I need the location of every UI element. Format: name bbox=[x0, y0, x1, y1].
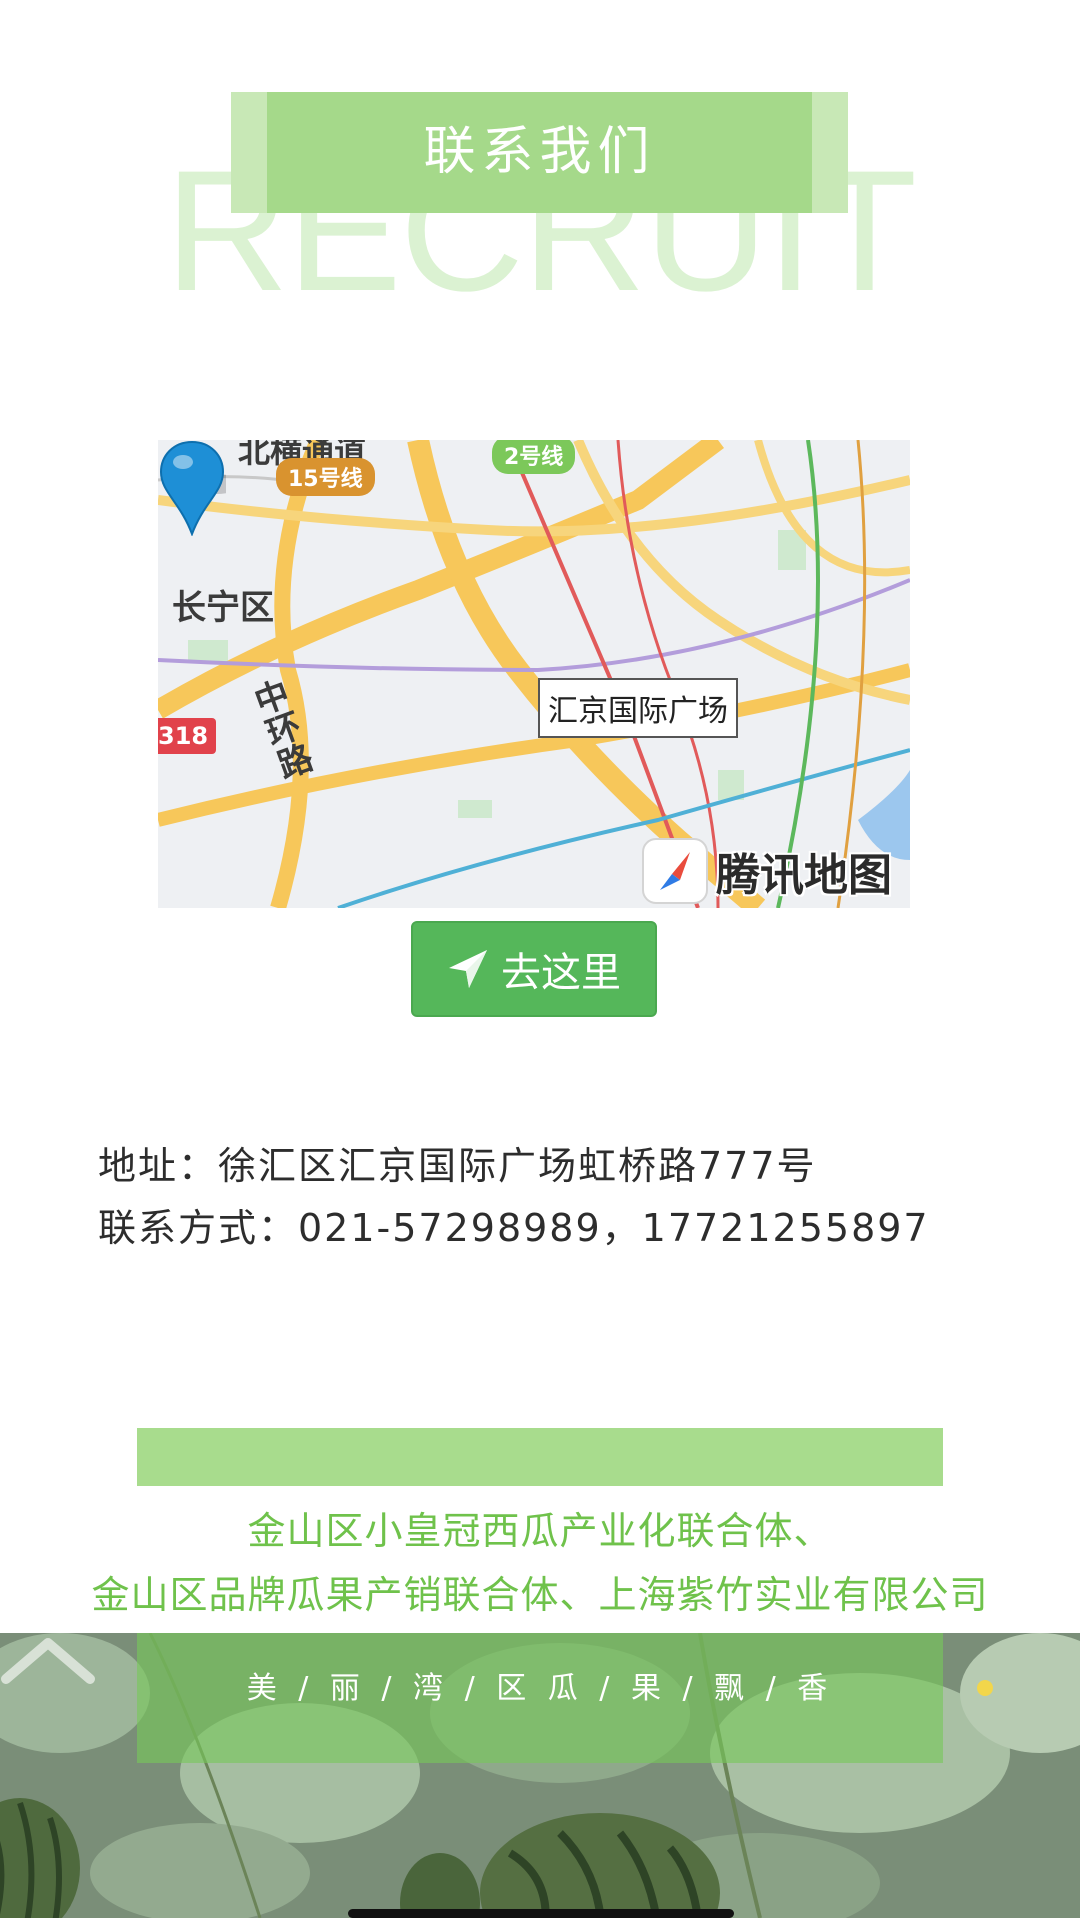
company-name-line-2: 金山区品牌瓜果产销联合体、上海紫竹实业有限公司 bbox=[91, 1573, 989, 1617]
go-here-label: 去这里 bbox=[501, 950, 621, 996]
map-brand-logo: 腾讯地图 bbox=[642, 838, 892, 904]
footer-watermelon-photo: 美 / 丽 / 湾 / 区 瓜 / 果 / 飘 / 香 bbox=[0, 1633, 1080, 1918]
footer-divider-bar bbox=[137, 1428, 943, 1486]
page-header: RECRUIT 联系我们 bbox=[0, 0, 1080, 330]
go-here-button[interactable]: 去这里 bbox=[411, 921, 657, 1017]
send-arrow-icon bbox=[449, 950, 487, 988]
phone-text: 联系方式：021-57298989，17721255897 bbox=[98, 1206, 930, 1250]
company-name-line-1: 金山区小皇冠西瓜产业化联合体、 bbox=[247, 1509, 833, 1553]
metro-line-15-badge: 15号线 bbox=[276, 458, 375, 496]
metro-line-2-badge: 2号线 bbox=[492, 440, 576, 474]
map-place-label: 汇京国际广场 bbox=[538, 678, 738, 738]
highway-318-badge: 318 bbox=[158, 718, 217, 754]
map-pin-icon[interactable] bbox=[158, 440, 226, 536]
map-brand-text: 腾讯地图 bbox=[716, 850, 892, 901]
page-title: 联系我们 bbox=[423, 122, 656, 182]
slogan-text: 美 / 丽 / 湾 / 区 瓜 / 果 / 飘 / 香 bbox=[246, 1671, 834, 1706]
compass-icon bbox=[642, 838, 708, 904]
address-text: 地址：徐汇区汇京国际广场虹桥路777号 bbox=[98, 1144, 817, 1188]
location-map[interactable]: 北横通道 15号线 2号线 长宁区 中环路 318 汇京国际广场 腾讯地图 bbox=[158, 440, 910, 908]
map-label-district: 长宁区 bbox=[172, 588, 274, 628]
home-indicator[interactable] bbox=[348, 1909, 734, 1918]
chevron-up-icon[interactable] bbox=[0, 1633, 96, 1685]
